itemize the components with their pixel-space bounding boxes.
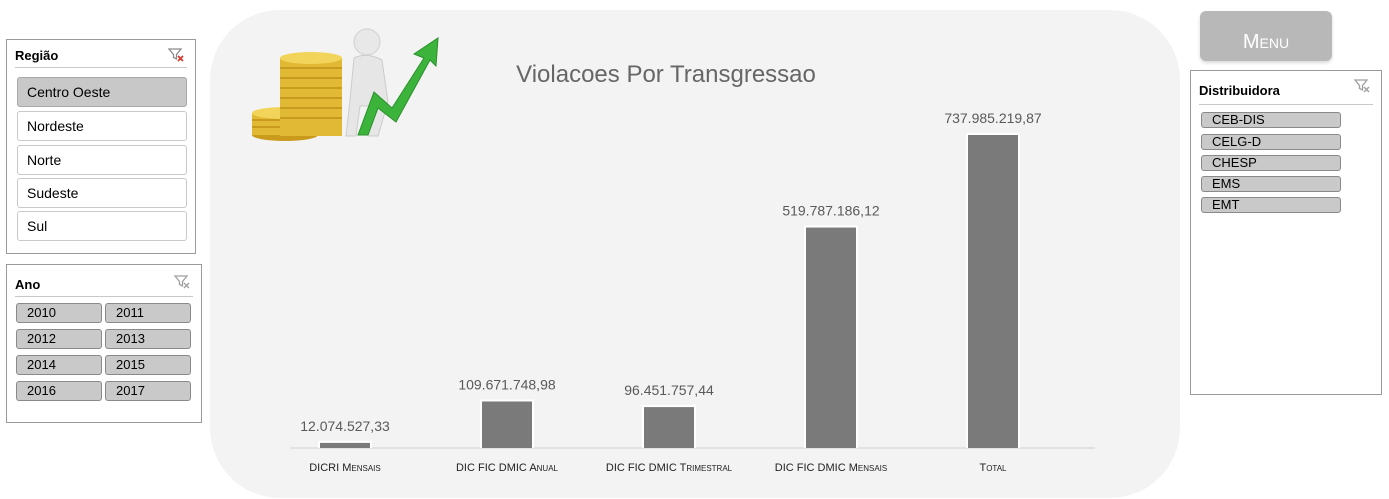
ano-item-2017[interactable]: 2017 [105,381,191,401]
chart-title: Violacoes Por Transgressao [516,61,816,88]
clear-filter-icon[interactable] [1353,77,1371,95]
regiao-slicer-header: Região [15,46,187,68]
ano-slicer: Ano 2010 2011 2012 2013 2014 2015 2016 2… [6,264,202,423]
bar[interactable] [482,401,532,448]
data-label: 737.985.219,87 [944,110,1042,126]
menu-button[interactable]: Menu [1200,11,1332,61]
ano-item-2011[interactable]: 2011 [105,303,191,323]
bar[interactable] [806,227,856,448]
data-label: 109.671.748,98 [458,376,556,392]
regiao-slicer-title: Região [15,48,59,63]
ano-item-2012[interactable]: 2012 [16,329,102,349]
distribuidora-slicer: Distribuidora CEB-DIS CELG-D CHESP EMS E… [1190,70,1382,395]
regiao-item-centro-oeste[interactable]: Centro Oeste [17,77,187,107]
clear-filter-icon[interactable] [173,273,191,291]
regiao-slicer: Região Centro Oeste Nordeste Norte Sudes… [6,39,196,254]
bar[interactable] [644,407,694,448]
ano-item-2015[interactable]: 2015 [105,355,191,375]
bar[interactable] [968,135,1018,448]
regiao-item-norte[interactable]: Norte [17,145,187,175]
chart-panel: Violacoes Por Transgressao 12.074.527,33… [210,10,1180,498]
data-label: 12.074.527,33 [300,418,390,434]
ano-item-2010[interactable]: 2010 [16,303,102,323]
data-label: 519.787.186,12 [782,203,880,219]
clear-filter-icon[interactable] [167,46,185,64]
regiao-item-sul[interactable]: Sul [17,211,187,241]
x-tick-label: Total [979,462,1007,474]
x-tick-label: DIC FIC DMIC Trimestral [606,462,733,474]
bars-group: 12.074.527,33 DICRI Mensais 109.671.748,98… [300,110,1042,474]
coins-growth-illustration [252,28,439,141]
distribuidora-item-ems[interactable]: EMS [1201,176,1341,192]
distribuidora-slicer-header: Distribuidora [1199,77,1373,105]
distribuidora-item-chesp[interactable]: CHESP [1201,155,1341,171]
distribuidora-item-celg-d[interactable]: CELG-D [1201,134,1341,150]
ano-item-2014[interactable]: 2014 [16,355,102,375]
ano-item-2016[interactable]: 2016 [16,381,102,401]
regiao-item-sudeste[interactable]: Sudeste [17,178,187,208]
ano-slicer-title: Ano [15,277,41,292]
distribuidora-item-ceb-dis[interactable]: CEB-DIS [1201,112,1341,128]
regiao-item-nordeste[interactable]: Nordeste [17,111,187,141]
x-tick-label: DICRI Mensais [309,462,381,474]
distribuidora-item-emt[interactable]: EMT [1201,197,1341,213]
x-tick-label: DIC FIC DMIC Mensais [775,462,887,474]
ano-slicer-header: Ano [15,273,193,297]
data-label: 96.451.757,44 [624,382,714,398]
menu-button-label: Menu [1242,31,1290,53]
x-tick-label: DIC FIC DMIC Anual [456,462,559,474]
distribuidora-slicer-title: Distribuidora [1199,83,1280,98]
bar-chart: Violacoes Por Transgressao 12.074.527,33… [252,28,1095,474]
bar[interactable] [320,442,370,448]
ano-item-2013[interactable]: 2013 [105,329,191,349]
